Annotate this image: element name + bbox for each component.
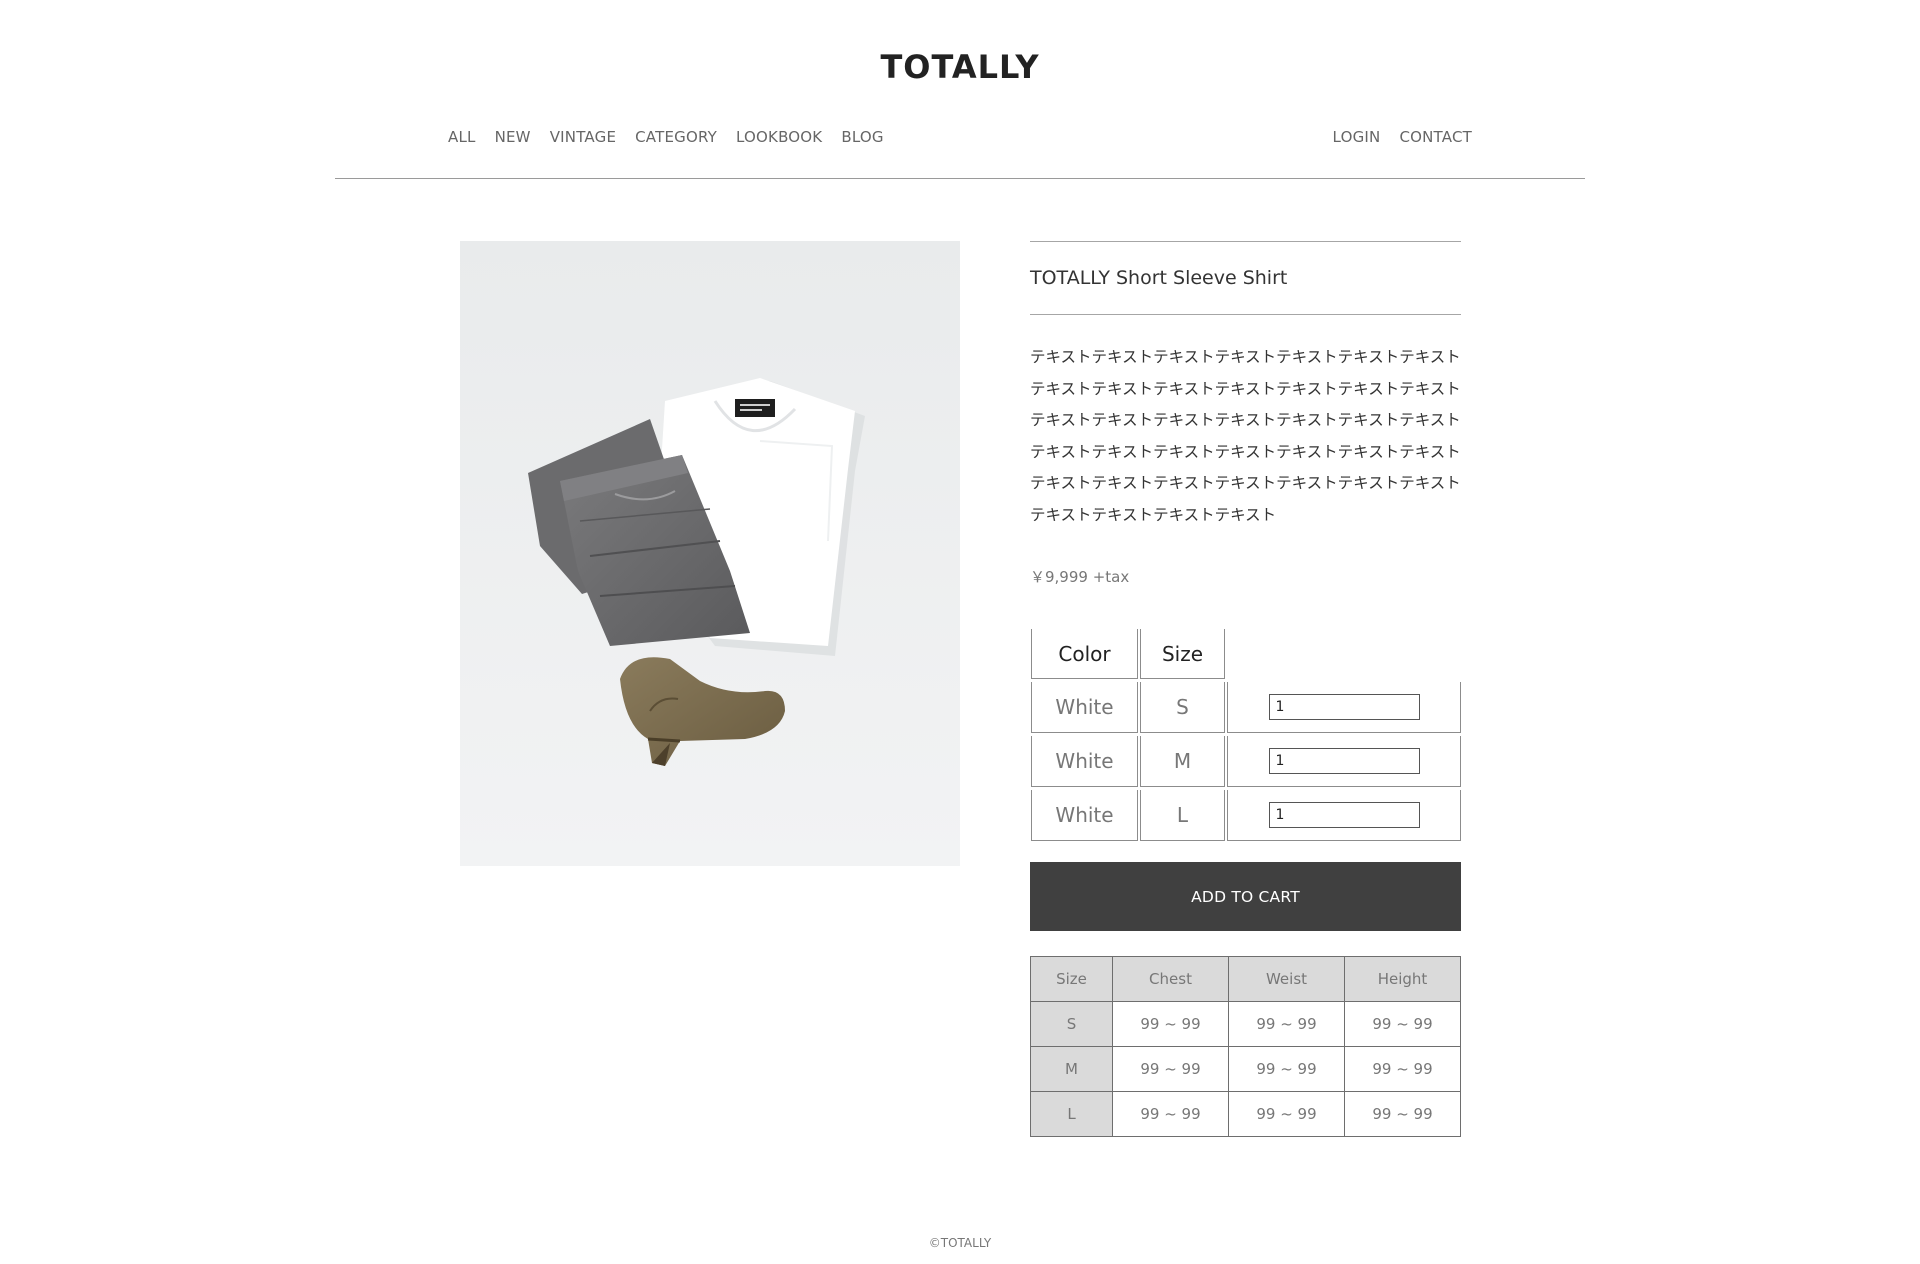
variant-qty-cell [1227, 736, 1461, 787]
variant-qty-cell [1227, 790, 1461, 841]
variant-size: S [1140, 682, 1225, 733]
nav-item-blog[interactable]: BLOG [841, 128, 883, 146]
product-title: TOTALLY Short Sleeve Shirt [1030, 267, 1288, 289]
quantity-input[interactable] [1268, 694, 1420, 720]
size-chart-header-chest: Chest [1112, 956, 1229, 1002]
product-description: テキストテキストテキストテキストテキストテキストテキストテキストテキストテキスト… [1030, 348, 1461, 524]
header-divider [335, 178, 1585, 179]
product-details: TOTALLY Short Sleeve Shirt テキストテキストテキストテ… [1030, 241, 1461, 587]
variant-size: M [1140, 736, 1225, 787]
nav-item-vintage[interactable]: VINTAGE [550, 128, 616, 146]
variant-row: White M [1031, 736, 1461, 787]
size-chart-table: Size Chest Weist Height S 99 ~ 99 99 ~ 9… [1030, 956, 1461, 1137]
variant-row: White S [1031, 682, 1461, 733]
quantity-input[interactable] [1268, 802, 1420, 828]
size-chart-chest: 99 ~ 99 [1112, 1046, 1229, 1092]
site-logo[interactable]: TOTALLY [0, 48, 1920, 86]
nav-item-lookbook[interactable]: LOOKBOOK [736, 128, 822, 146]
size-chart-weist: 99 ~ 99 [1228, 1046, 1345, 1092]
add-to-cart-button[interactable]: ADD TO CART [1030, 862, 1461, 931]
variant-header-color: Color [1031, 629, 1138, 679]
variant-size: L [1140, 790, 1225, 841]
nav-item-login[interactable]: LOGIN [1333, 128, 1381, 146]
variant-qty-cell [1227, 682, 1461, 733]
table-row: S 99 ~ 99 99 ~ 99 99 ~ 99 [1030, 1001, 1461, 1047]
main-nav: ALL NEW VINTAGE CATEGORY LOOKBOOK BLOG [448, 128, 884, 146]
product-price: ￥9,999 +tax [1030, 568, 1130, 586]
size-chart-weist: 99 ~ 99 [1228, 1091, 1345, 1137]
variant-color: White [1031, 682, 1138, 733]
account-nav: LOGIN CONTACT [1333, 128, 1472, 146]
size-chart-header-size: Size [1030, 956, 1113, 1002]
nav-item-all[interactable]: ALL [448, 128, 476, 146]
table-row: M 99 ~ 99 99 ~ 99 99 ~ 99 [1030, 1046, 1461, 1092]
size-chart-header-height: Height [1344, 956, 1461, 1002]
page: TOTALLY ALL NEW VINTAGE CATEGORY LOOKBOO… [0, 0, 1920, 1264]
size-chart-height: 99 ~ 99 [1344, 1091, 1461, 1137]
size-chart-header-weist: Weist [1228, 956, 1345, 1002]
variant-table-header: Color Size [1031, 629, 1461, 679]
title-bottom-divider [1030, 314, 1461, 315]
variant-row: White L [1031, 790, 1461, 841]
table-row: L 99 ~ 99 99 ~ 99 99 ~ 99 [1030, 1091, 1461, 1137]
nav-item-new[interactable]: NEW [495, 128, 531, 146]
size-chart-size: M [1030, 1046, 1113, 1092]
footer-copyright: ©TOTALLY [928, 1236, 992, 1250]
size-chart-weist: 99 ~ 99 [1228, 1001, 1345, 1047]
quantity-input[interactable] [1268, 748, 1420, 774]
variant-color: White [1031, 736, 1138, 787]
size-chart-size: L [1030, 1091, 1113, 1137]
size-chart-size: S [1030, 1001, 1113, 1047]
product-image [460, 241, 960, 866]
size-chart-height: 99 ~ 99 [1344, 1046, 1461, 1092]
nav-item-contact[interactable]: CONTACT [1399, 128, 1472, 146]
size-chart-chest: 99 ~ 99 [1112, 1001, 1229, 1047]
size-chart-chest: 99 ~ 99 [1112, 1091, 1229, 1137]
variant-color: White [1031, 790, 1138, 841]
product-photo-icon [460, 241, 960, 866]
size-chart-header-row: Size Chest Weist Height [1030, 956, 1461, 1002]
variant-table: Color Size White S White M White L [1031, 629, 1461, 841]
nav-item-category[interactable]: CATEGORY [635, 128, 717, 146]
variant-header-size: Size [1140, 629, 1225, 679]
size-chart-height: 99 ~ 99 [1344, 1001, 1461, 1047]
